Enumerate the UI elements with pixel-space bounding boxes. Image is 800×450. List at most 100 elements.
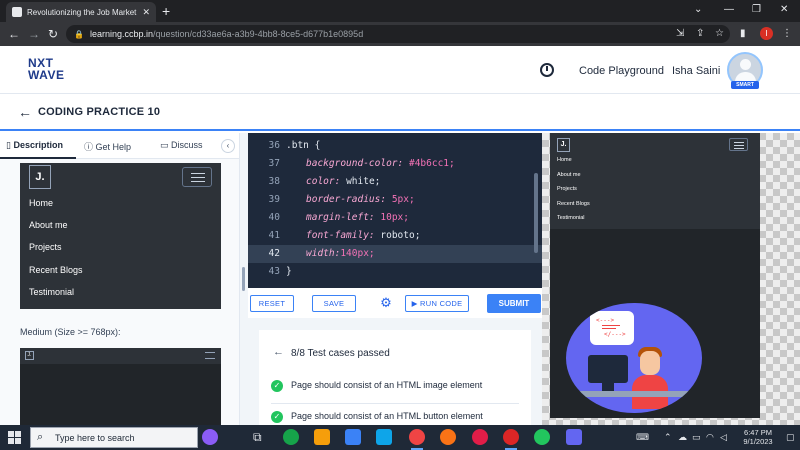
profile-avatar[interactable]: I [760, 27, 773, 40]
editor-actions: RESET SAVE ⚙ ▶ RUN CODE SUBMIT [248, 288, 542, 318]
cloud-icon[interactable]: ☁ [678, 432, 687, 443]
favicon-icon [12, 7, 22, 17]
opera-icon[interactable] [503, 429, 519, 445]
drag-grip-icon[interactable] [242, 267, 245, 291]
widget-icon[interactable] [202, 429, 218, 445]
clock-time: 6:47 PM [744, 428, 772, 437]
back-icon[interactable]: ← [8, 26, 20, 42]
nxtwave-logo[interactable]: NXT WAVE [28, 57, 76, 83]
medium-preview-image: J. [20, 348, 221, 425]
windows-start-icon[interactable] [8, 431, 21, 444]
network-icon[interactable]: ◠ [706, 432, 714, 443]
menu-kebab-icon[interactable]: ⋮ [782, 27, 792, 41]
search-placeholder: Type here to search [55, 433, 135, 443]
code-line: 39 border-radius: 5px; [248, 191, 542, 209]
firefox-icon[interactable] [440, 429, 456, 445]
tab-discuss[interactable]: ▭ Discuss [160, 140, 203, 151]
task-view-icon[interactable]: ⧉ [253, 429, 269, 445]
divider [271, 403, 519, 404]
css-property: margin-left: [306, 212, 375, 223]
reset-button[interactable]: RESET [250, 295, 294, 312]
code-editor[interactable]: 36 .btn { 37 background-color: #4b6cc1; … [248, 133, 542, 288]
test-case: ✓ Page should consist of an HTML image e… [271, 379, 521, 395]
preview-nav-item[interactable]: Testimonial [557, 215, 585, 221]
line-number: 37 [268, 158, 280, 169]
code-playground-link[interactable]: Code Playground [579, 65, 664, 77]
preview-nav-item[interactable]: Home [557, 157, 572, 163]
forward-icon[interactable]: → [28, 26, 40, 42]
tab-close-icon[interactable]: ✕ [142, 7, 150, 18]
preview-nav-item[interactable]: About me [557, 172, 581, 178]
tab-description[interactable]: ▯ Description [6, 140, 63, 151]
close-window-button[interactable]: ✕ [780, 2, 788, 18]
tab-search-icon[interactable]: ⌄ [694, 2, 702, 18]
panel-resize-handle[interactable] [240, 133, 248, 425]
browser-tab[interactable]: Revolutionizing the Job Market | ✕ [6, 2, 156, 22]
hamburger-icon [205, 352, 215, 359]
code-line: 41 font-family: roboto; [248, 227, 542, 245]
output-preview[interactable]: J. Home About me Projects Recent Blogs T… [550, 133, 760, 418]
edge-icon[interactable] [283, 429, 299, 445]
maximize-button[interactable]: ❐ [752, 2, 761, 18]
install-app-icon[interactable]: ⇲ [676, 27, 684, 41]
preview-logo[interactable]: J. [557, 138, 570, 152]
file-explorer-icon[interactable] [314, 429, 330, 445]
share-icon[interactable]: ⇪ [696, 27, 704, 41]
preview-nav-item[interactable]: Projects [557, 186, 577, 192]
avatar-badge: SMART [731, 81, 759, 89]
editor-scrollbar[interactable] [534, 173, 538, 253]
show-hidden-icons[interactable]: ⌃ [664, 432, 672, 443]
chrome-icon[interactable] [409, 429, 425, 445]
test-case-label: Page should consist of an HTML button el… [291, 411, 483, 421]
play-icon: ▶ [411, 299, 418, 308]
css-property: color: [306, 176, 341, 187]
bookmark-star-icon[interactable]: ☆ [715, 27, 724, 41]
code-line: 36 .btn { [248, 137, 542, 155]
side-panel-icon[interactable]: ▮ [740, 27, 746, 41]
code-snippet-bottom: </---> [604, 331, 626, 338]
stopwatch-icon[interactable] [540, 63, 554, 77]
css-value: 5px; [391, 194, 415, 205]
system-clock[interactable]: 6:47 PM 9/1/2023 [736, 428, 780, 446]
spotify-icon[interactable] [534, 429, 550, 445]
app-header: NXT WAVE Code Playground Isha Saini [0, 46, 800, 94]
css-value: white; [346, 176, 381, 187]
code-text: } [286, 266, 292, 277]
code-line: 38 color: white; [248, 173, 542, 191]
hamburger-icon[interactable] [729, 138, 748, 151]
back-arrow-icon[interactable]: ← [18, 104, 32, 120]
test-results-panel: ← 8/8 Test cases passed ✓ Page should co… [248, 318, 542, 430]
preview-navbar: J. Home About me Projects Recent Blogs T… [550, 133, 760, 229]
run-code-button[interactable]: ▶ RUN CODE [405, 295, 469, 312]
preview-logo: J. [25, 351, 34, 360]
code-line: 37 background-color: #4b6cc1; [248, 155, 542, 173]
notifications-icon[interactable]: ▢ [786, 432, 795, 443]
minimize-button[interactable]: — [724, 2, 734, 18]
taskbar-search[interactable]: ⌕ Type here to search [30, 427, 198, 448]
preview-nav-item: Home [29, 198, 54, 208]
keyboard-icon[interactable]: ⌨ [636, 432, 649, 443]
user-name[interactable]: Isha Saini [672, 65, 720, 77]
line-number: 41 [268, 230, 280, 241]
save-button[interactable]: SAVE [312, 295, 356, 312]
results-back-icon[interactable]: ← [273, 346, 284, 358]
submit-button[interactable]: SUBMIT [487, 294, 541, 313]
preview-nav-item: Projects [29, 242, 62, 252]
collapse-panel-button[interactable]: ‹ [221, 139, 235, 153]
pinterest-icon[interactable] [472, 429, 488, 445]
mail-icon[interactable] [376, 429, 392, 445]
url-host: learning.ccbp.in [89, 29, 154, 39]
line-number: 40 [268, 212, 280, 223]
hamburger-icon [182, 167, 212, 187]
settings-gear-icon[interactable]: ⚙ [379, 296, 393, 310]
battery-icon[interactable]: ▭ [692, 432, 701, 443]
volume-icon[interactable]: ◁ [720, 432, 727, 443]
preview-nav-item[interactable]: Recent Blogs [557, 201, 590, 207]
tab-get-help[interactable]: ⓘ Get Help [84, 140, 131, 153]
small-preview-image: J. Home About me Projects Recent Blogs T… [20, 163, 221, 309]
reload-icon[interactable]: ↻ [48, 26, 58, 42]
teams-icon[interactable] [566, 429, 582, 445]
address-bar[interactable]: 🔒 learning.ccbp.in /question/cd33ae6a-a3… [66, 25, 730, 43]
store-icon[interactable] [345, 429, 361, 445]
new-tab-button[interactable]: + [162, 2, 170, 20]
